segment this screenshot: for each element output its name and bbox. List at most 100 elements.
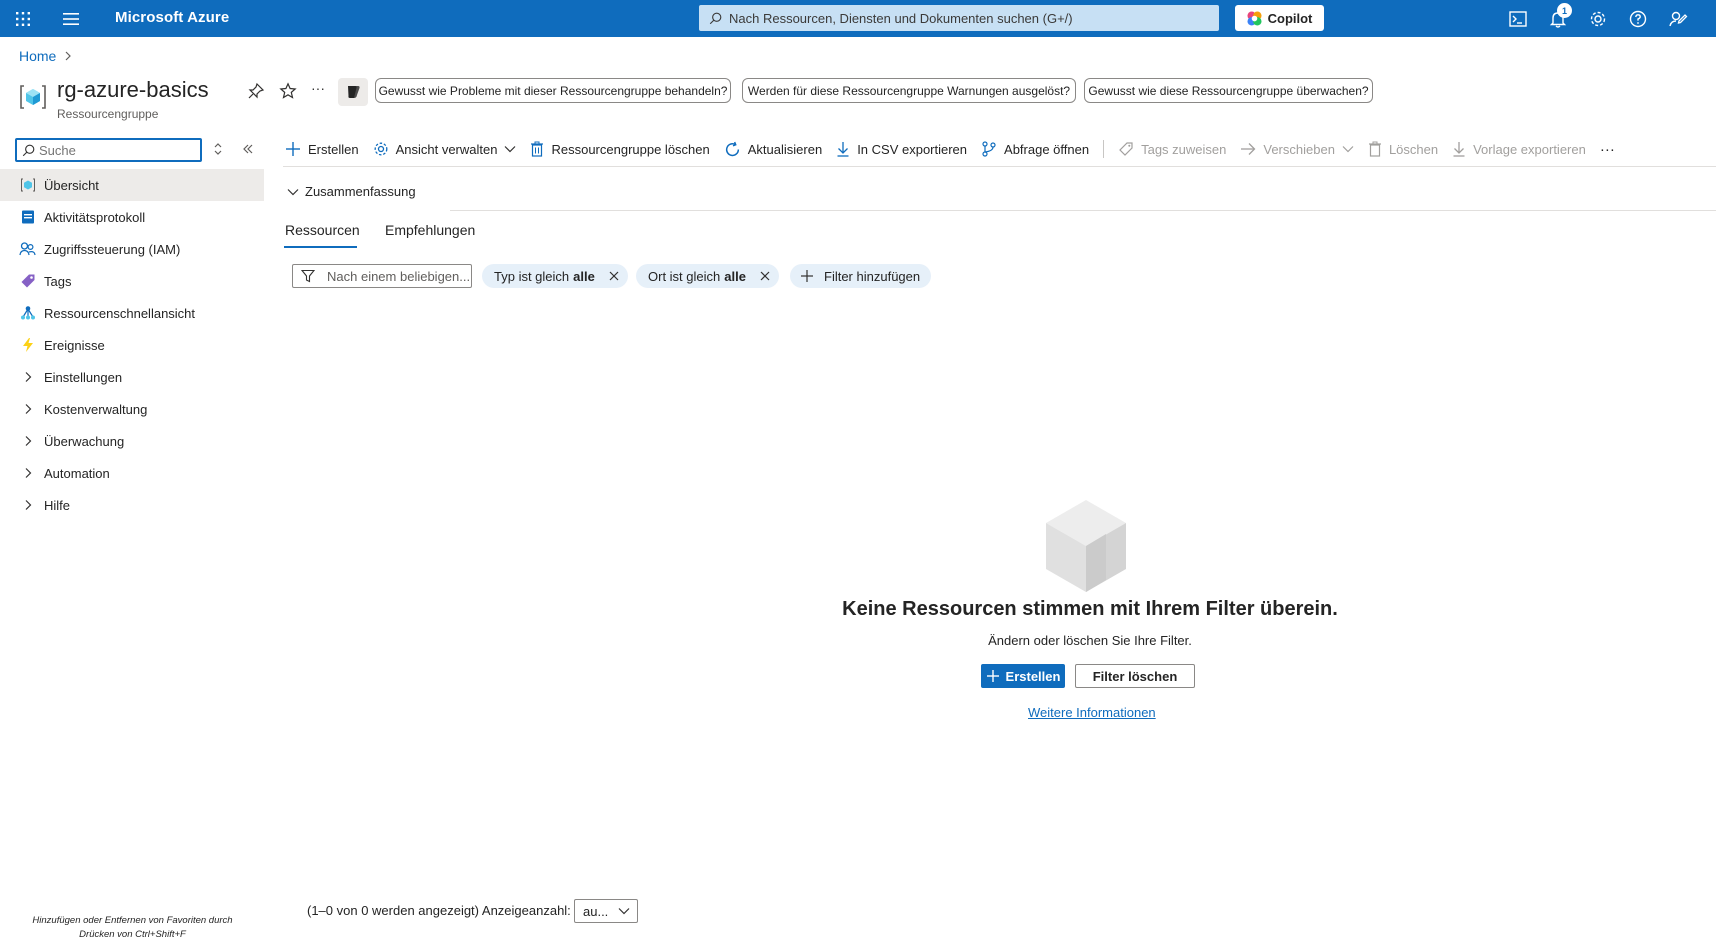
chevron-down-icon bbox=[505, 146, 516, 153]
top-bar: Microsoft Azure Nach Ressourcen, Dienste… bbox=[0, 0, 1716, 37]
sidebar-item-iam[interactable]: Zugriffssteuerung (IAM) bbox=[0, 233, 264, 265]
delete-resource-group-button[interactable]: Ressourcengruppe löschen bbox=[530, 141, 710, 157]
toolbar-more-button[interactable]: ··· bbox=[1600, 141, 1615, 158]
assign-tags-label: Tags zuweisen bbox=[1141, 141, 1227, 157]
sidebar-nav: Übersicht Aktivitätsprotokoll Zugriffsst… bbox=[0, 169, 264, 521]
favorite-star-icon[interactable] bbox=[279, 82, 297, 100]
sidebar-item-cost-management[interactable]: Kostenverwaltung bbox=[0, 393, 264, 425]
filter-search-input[interactable]: Nach einem beliebigen... bbox=[292, 264, 472, 288]
refresh-icon bbox=[725, 141, 739, 156]
copilot-icon bbox=[348, 86, 360, 98]
suggestion-chip-monitor[interactable]: Gewusst wie diese Ressourcengruppe überw… bbox=[1084, 78, 1373, 103]
sidebar-item-label: Einstellungen bbox=[44, 369, 123, 385]
copilot-prompt-button[interactable] bbox=[338, 78, 368, 106]
export-template-button[interactable]: Vorlage exportieren bbox=[1452, 141, 1586, 157]
chevron-down-icon bbox=[618, 908, 630, 915]
sidebar-item-automation[interactable]: Automation bbox=[0, 457, 264, 489]
breadcrumb-home-link[interactable]: Home bbox=[19, 48, 56, 64]
cloud-shell-icon[interactable] bbox=[1508, 9, 1528, 29]
pagination-info: (1–0 von 0 werden angezeigt) Anzeigeanza… bbox=[307, 903, 571, 918]
page-title: rg-azure-basics bbox=[57, 77, 209, 102]
sidebar-search-input[interactable] bbox=[15, 138, 202, 162]
download-icon bbox=[1453, 142, 1465, 157]
create-label: Erstellen bbox=[308, 141, 359, 157]
sidebar-item-resource-visualizer[interactable]: Ressourcenschnellansicht bbox=[0, 297, 264, 329]
chevron-down-icon bbox=[1342, 146, 1354, 153]
help-icon[interactable] bbox=[1628, 9, 1648, 29]
refresh-button[interactable]: Aktualisieren bbox=[724, 141, 822, 158]
chevron-right-icon bbox=[19, 369, 36, 386]
sidebar-item-overview[interactable]: Übersicht bbox=[0, 169, 264, 201]
settings-gear-icon[interactable] bbox=[1588, 9, 1608, 29]
sidebar-item-label: Hilfe bbox=[44, 497, 71, 513]
sidebar-item-monitoring[interactable]: Überwachung bbox=[0, 425, 264, 457]
pin-icon[interactable] bbox=[247, 82, 265, 100]
toolbar-separator bbox=[283, 166, 1716, 167]
app-launcher-icon[interactable] bbox=[15, 11, 31, 27]
chevron-right-icon bbox=[19, 401, 36, 418]
delete-button[interactable]: Löschen bbox=[1368, 141, 1438, 157]
filter-pill-type[interactable]: Typ ist gleich alle bbox=[482, 264, 628, 288]
sidebar-item-activity-log[interactable]: Aktivitätsprotokoll bbox=[0, 201, 264, 233]
filter-pill-type-prefix: Typ ist gleich bbox=[494, 268, 570, 284]
export-template-label: Vorlage exportieren bbox=[1473, 141, 1586, 157]
filter-pill-location[interactable]: Ort ist gleich alle bbox=[636, 264, 779, 288]
copilot-label: Copilot bbox=[1267, 10, 1313, 26]
manage-view-button[interactable]: Ansicht verwalten bbox=[373, 141, 517, 157]
sort-icon[interactable] bbox=[211, 142, 225, 156]
filter-pill-type-value: alle bbox=[573, 268, 595, 284]
more-options-button[interactable]: ··· bbox=[311, 80, 325, 96]
tab-recommendations[interactable]: Empfehlungen bbox=[385, 222, 475, 238]
sidebar-item-label: Aktivitätsprotokoll bbox=[44, 209, 146, 225]
summary-toggle[interactable]: Zusammenfassung bbox=[287, 184, 416, 199]
delete-label: Löschen bbox=[1388, 141, 1439, 157]
tab-resources[interactable]: Ressourcen bbox=[285, 222, 360, 238]
learn-more-link[interactable]: Weitere Informationen bbox=[1028, 705, 1156, 720]
gear-icon bbox=[374, 142, 388, 156]
toolbar-divider bbox=[1103, 140, 1105, 158]
sidebar-search-field[interactable] bbox=[39, 142, 179, 158]
assign-tags-button[interactable]: Tags zuweisen bbox=[1118, 141, 1226, 157]
open-query-button[interactable]: Abfrage öffnen bbox=[981, 141, 1089, 157]
filter-pill-location-value: alle bbox=[724, 268, 746, 284]
search-icon bbox=[709, 12, 722, 24]
sidebar-item-label: Zugriffssteuerung (IAM) bbox=[44, 241, 181, 257]
trash-icon bbox=[531, 141, 544, 157]
suggestion-chip-troubleshoot[interactable]: Gewusst wie Probleme mit dieser Ressourc… bbox=[375, 78, 731, 103]
query-branch-icon bbox=[982, 141, 996, 157]
empty-create-button[interactable]: Erstellen bbox=[981, 664, 1065, 688]
activity-log-icon bbox=[19, 209, 36, 226]
menu-icon[interactable] bbox=[63, 12, 79, 26]
add-filter-button[interactable]: Filter hinzufügen bbox=[790, 264, 931, 288]
sidebar-item-events[interactable]: Ereignisse bbox=[0, 329, 264, 361]
manage-view-label: Ansicht verwalten bbox=[395, 141, 498, 157]
resource-group-icon bbox=[20, 85, 46, 109]
clear-filters-button[interactable]: Filter löschen bbox=[1075, 664, 1195, 688]
sidebar-item-tags[interactable]: Tags bbox=[0, 265, 264, 297]
tag-icon bbox=[1119, 142, 1133, 156]
feedback-icon[interactable] bbox=[1668, 9, 1688, 29]
filter-icon bbox=[301, 269, 315, 283]
plus-icon bbox=[801, 270, 813, 282]
trash-icon bbox=[1368, 141, 1381, 157]
toolbar-more-label: ··· bbox=[1599, 140, 1615, 158]
suggestion-chip-alerts[interactable]: Werden für diese Ressourcengruppe Warnun… bbox=[742, 78, 1076, 103]
close-icon[interactable] bbox=[760, 271, 770, 281]
copilot-button[interactable]: Copilot bbox=[1235, 5, 1324, 31]
sidebar-item-help[interactable]: Hilfe bbox=[0, 489, 264, 521]
command-bar: Erstellen Ansicht verwalten Ressourcengr… bbox=[285, 137, 1629, 161]
sidebar-item-settings[interactable]: Einstellungen bbox=[0, 361, 264, 393]
brand-title[interactable]: Microsoft Azure bbox=[115, 9, 229, 26]
chevron-right-icon bbox=[65, 51, 72, 61]
close-icon[interactable] bbox=[609, 271, 619, 281]
page-size-select[interactable]: au... bbox=[574, 899, 638, 923]
create-button[interactable]: Erstellen bbox=[285, 141, 359, 157]
export-csv-button[interactable]: In CSV exportieren bbox=[836, 141, 967, 157]
favorites-hint-line2: Drücken von Ctrl+Shift+F bbox=[79, 929, 186, 940]
lightning-icon bbox=[19, 337, 36, 354]
global-search-input[interactable]: Nach Ressourcen, Diensten und Dokumenten… bbox=[699, 5, 1219, 31]
collapse-sidebar-icon[interactable] bbox=[241, 142, 255, 156]
move-button[interactable]: Verschieben bbox=[1240, 142, 1354, 157]
sidebar-item-label: Kostenverwaltung bbox=[44, 401, 148, 417]
sidebar-item-label: Tags bbox=[44, 273, 72, 289]
